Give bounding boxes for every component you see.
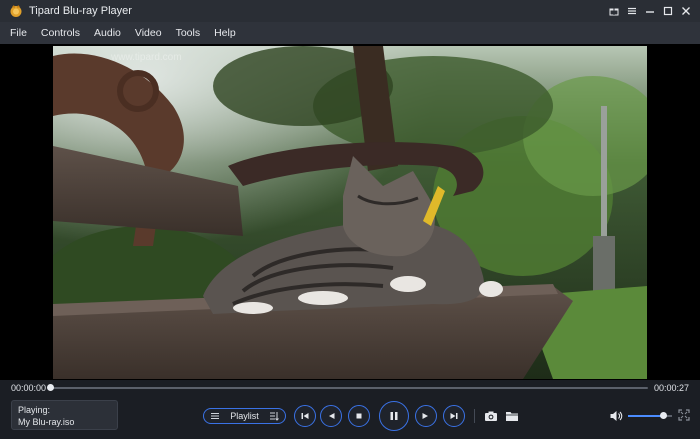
previous-chapter-button[interactable] [294, 405, 316, 427]
volume-slider[interactable] [628, 412, 672, 419]
volume-slider-thumb[interactable] [660, 412, 668, 419]
now-playing-file: My Blu-ray.iso [18, 417, 75, 427]
menu-button[interactable] [624, 3, 640, 19]
close-icon [682, 7, 690, 15]
window-title: Tipard Blu-ray Player [29, 5, 132, 17]
video-watermark: www.tipard.com [111, 52, 182, 63]
next-chapter-button[interactable] [443, 405, 465, 427]
pause-button[interactable] [379, 401, 409, 431]
minimize-button[interactable] [642, 3, 658, 19]
open-folder-icon[interactable] [505, 409, 519, 423]
menu-controls[interactable]: Controls [34, 22, 87, 44]
rewind-icon [329, 413, 335, 419]
maximize-button[interactable] [660, 3, 676, 19]
seek-bar[interactable] [47, 384, 648, 391]
close-button[interactable] [678, 3, 694, 19]
fast-forward-button[interactable] [415, 405, 437, 427]
control-bar: Playing: My Blu-ray.iso Playlist [0, 396, 700, 439]
menu-video[interactable]: Video [128, 22, 169, 44]
video-area[interactable]: www.tipard.com [0, 44, 700, 380]
menu-bar: File Controls Audio Video Tools Help [0, 22, 700, 44]
menu-file[interactable]: File [0, 22, 34, 44]
gift-button[interactable] [606, 3, 622, 19]
snapshot-camera-icon[interactable] [484, 409, 498, 423]
title-bar: Tipard Blu-ray Player [0, 0, 700, 22]
stop-button[interactable] [348, 405, 370, 427]
menu-help[interactable]: Help [207, 22, 243, 44]
menu-audio[interactable]: Audio [87, 22, 128, 44]
list-icon [211, 413, 219, 419]
menu-tools[interactable]: Tools [169, 22, 208, 44]
volume-icon[interactable] [609, 409, 623, 423]
total-time: 00:00:27 [653, 383, 689, 393]
video-scene-image [53, 46, 647, 379]
stop-icon [356, 413, 362, 419]
playlist-button[interactable]: Playlist [203, 408, 286, 424]
maximize-icon [663, 6, 673, 16]
now-playing-label: Playing: [18, 405, 51, 415]
toolbar-separator [474, 409, 475, 423]
menu-lines-icon [628, 7, 636, 15]
pause-icon [390, 412, 398, 420]
app-logo-icon [10, 5, 22, 17]
sort-list-icon [269, 412, 279, 421]
progress-row: 00:00:00 00:00:27 [0, 380, 700, 396]
current-time: 00:00:00 [11, 383, 47, 393]
seek-bar-thumb[interactable] [47, 384, 54, 391]
video-frame[interactable]: www.tipard.com [53, 46, 647, 379]
minimize-icon [646, 11, 654, 13]
fast-forward-icon [422, 413, 428, 419]
playlist-label: Playlist [230, 411, 259, 421]
gift-icon [609, 8, 619, 16]
now-playing-panel: Playing: My Blu-ray.iso [11, 400, 118, 430]
rewind-button[interactable] [320, 405, 342, 427]
skip-previous-icon [301, 413, 309, 419]
skip-next-icon [450, 413, 458, 419]
volume-slider-fill [628, 415, 664, 417]
window-controls [604, 0, 694, 22]
fullscreen-icon[interactable] [678, 409, 690, 421]
